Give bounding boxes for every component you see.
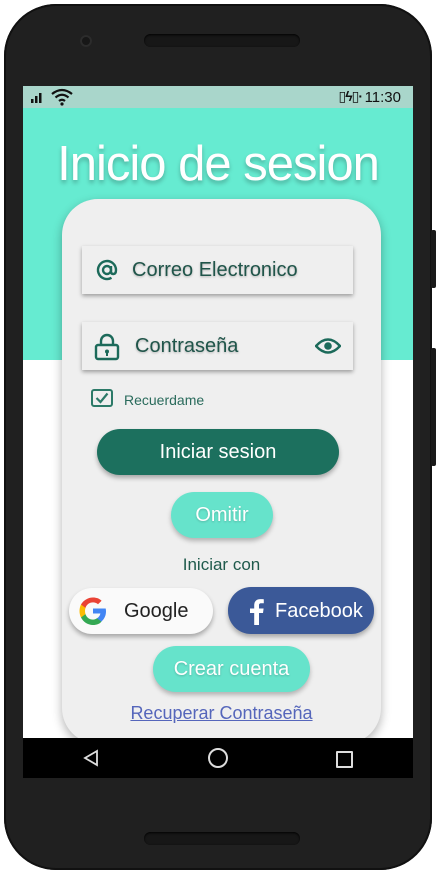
login-card: Correo Electronico Contraseña Recuerdame… bbox=[62, 199, 381, 744]
front-camera bbox=[80, 35, 92, 47]
recent-apps-icon[interactable] bbox=[336, 751, 353, 768]
battery-charging-icon: ▯ϟ▯· bbox=[338, 88, 364, 104]
home-icon[interactable] bbox=[208, 748, 228, 768]
sign-in-with-label: Iniciar con bbox=[182, 555, 261, 574]
password-placeholder: Contraseña bbox=[135, 335, 239, 357]
skip-button[interactable]: Omitir bbox=[171, 492, 273, 538]
status-bar: ▯ϟ▯· 11:30 bbox=[23, 86, 413, 108]
facebook-icon bbox=[250, 599, 264, 625]
google-button[interactable]: Google bbox=[69, 588, 213, 634]
facebook-label: Facebook bbox=[275, 600, 363, 622]
page-title: Inicio de sesion bbox=[57, 137, 380, 191]
sign-in-button[interactable]: Iniciar sesion bbox=[97, 429, 339, 475]
navigation-bar bbox=[23, 738, 413, 778]
at-sign-icon bbox=[96, 259, 118, 281]
checkmark-icon bbox=[95, 392, 109, 404]
volume-button bbox=[431, 230, 436, 288]
password-field[interactable]: Contraseña bbox=[82, 322, 353, 370]
bottom-speaker bbox=[144, 832, 300, 845]
header-background: Inicio de sesion Correo Electronico Cont… bbox=[23, 108, 413, 744]
google-icon bbox=[79, 597, 106, 625]
eye-icon[interactable] bbox=[315, 336, 341, 356]
remember-me-label: Recuerdame bbox=[124, 392, 205, 408]
earpiece-speaker bbox=[144, 34, 300, 47]
wifi-icon bbox=[51, 88, 73, 106]
recover-password-link[interactable]: Recuperar Contraseña bbox=[62, 703, 381, 724]
back-icon[interactable] bbox=[83, 749, 99, 767]
screen: ▯ϟ▯· 11:30 Inicio de sesion Correo Elect… bbox=[23, 86, 413, 778]
power-button bbox=[431, 348, 436, 466]
signal-icon bbox=[31, 93, 42, 103]
facebook-button[interactable]: Facebook bbox=[228, 587, 374, 634]
google-label: Google bbox=[124, 600, 189, 622]
status-time: 11:30 bbox=[364, 89, 401, 106]
email-field[interactable]: Correo Electronico bbox=[82, 246, 353, 294]
lock-icon bbox=[94, 333, 120, 361]
email-placeholder: Correo Electronico bbox=[132, 259, 298, 281]
remember-me-checkbox[interactable] bbox=[91, 389, 113, 407]
create-account-button[interactable]: Crear cuenta bbox=[153, 646, 310, 692]
